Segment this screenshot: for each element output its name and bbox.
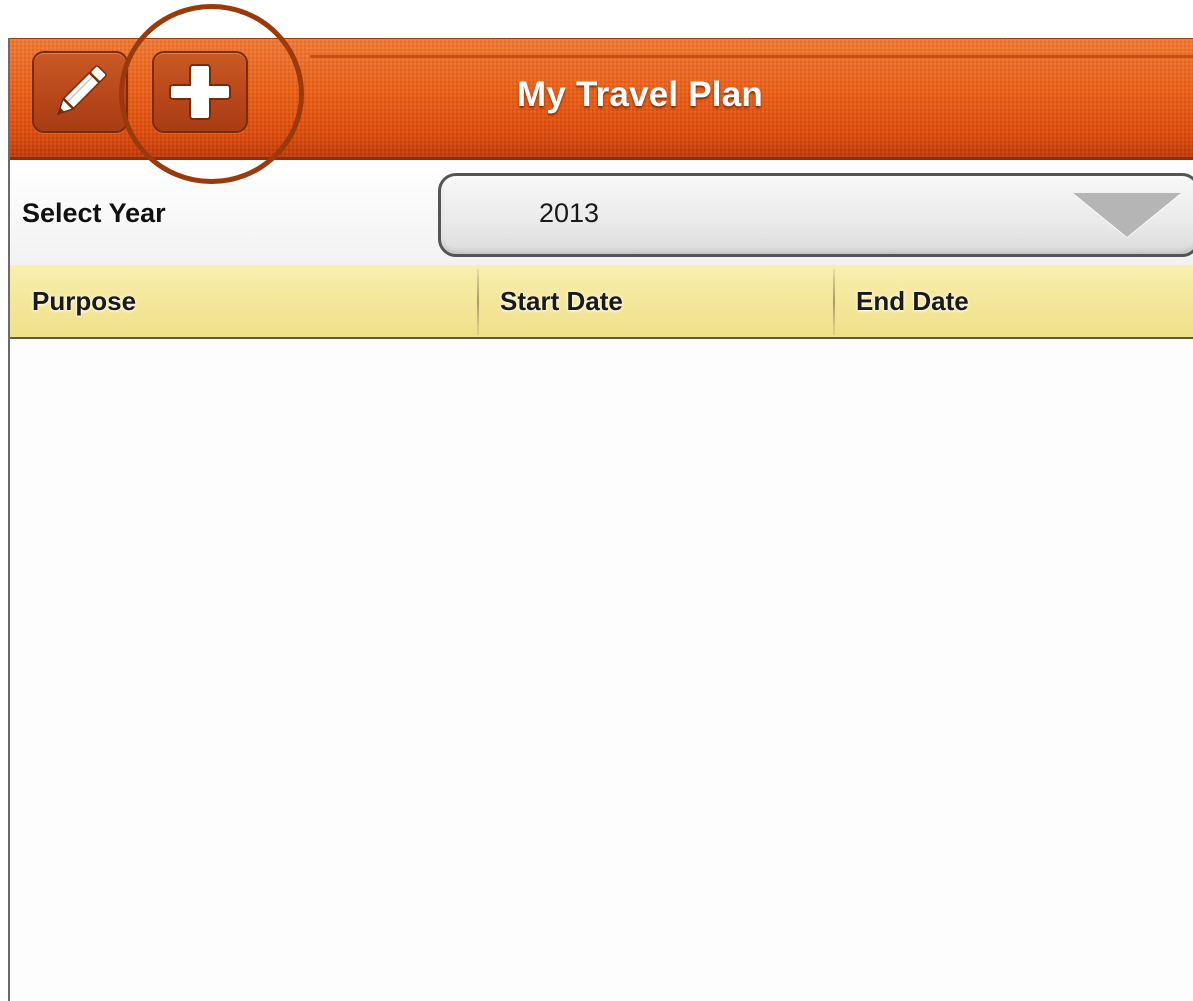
triangle-down-icon	[1073, 193, 1181, 237]
select-year-label: Select Year	[22, 198, 166, 228]
app-screen: My Travel Plan Select Year 2013 Purpose …	[8, 38, 1193, 1001]
edit-button[interactable]	[32, 51, 128, 133]
column-header-end-date: End Date	[856, 285, 969, 316]
column-divider	[477, 269, 479, 335]
pencil-icon	[49, 59, 111, 125]
column-header-start-date: Start Date	[500, 285, 623, 316]
travel-plan-list	[10, 339, 1193, 1001]
year-dropdown[interactable]: 2013	[438, 173, 1193, 257]
year-selector-row: Select Year 2013	[10, 160, 1193, 265]
add-button[interactable]	[152, 51, 248, 133]
plus-icon	[167, 59, 233, 125]
column-header-purpose: Purpose	[32, 285, 137, 316]
table-header: Purpose Start Date End Date	[10, 265, 1193, 339]
column-divider	[833, 269, 835, 335]
page-title: My Travel Plan	[517, 75, 763, 114]
app-header: My Travel Plan	[10, 38, 1193, 160]
year-dropdown-value: 2013	[539, 198, 600, 228]
